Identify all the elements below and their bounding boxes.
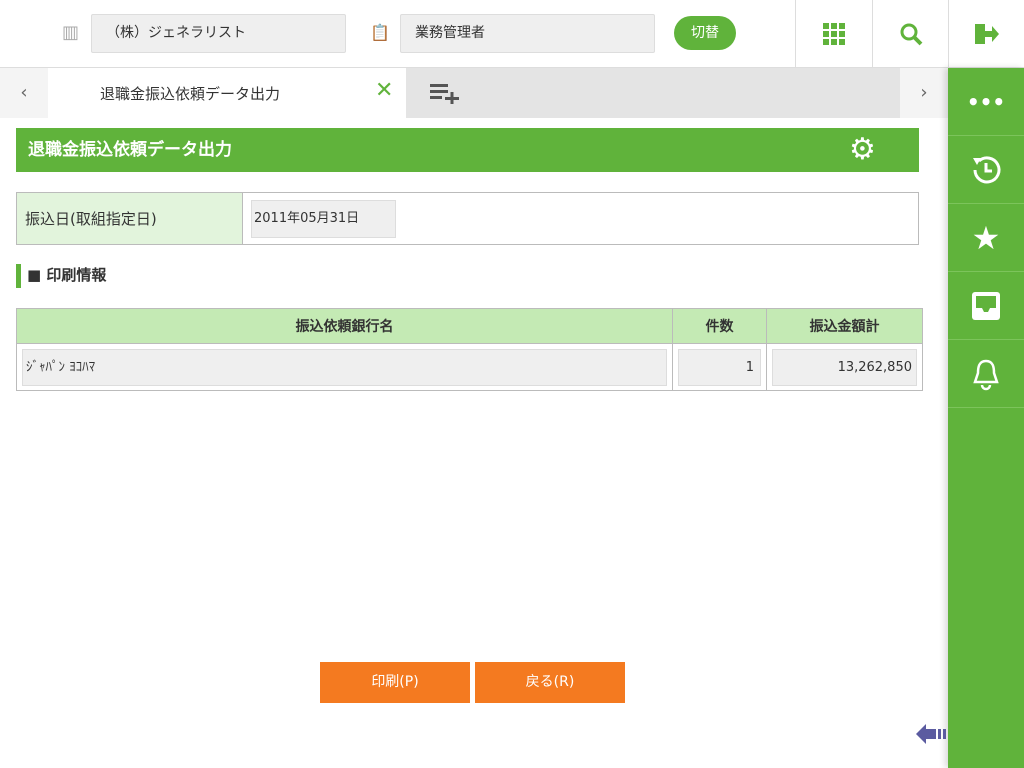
page-title: 退職金振込依頼データ出力 ⚙ <box>16 128 919 172</box>
print-info-table: 振込依頼銀行名 件数 振込金額計 ｼﾞｬﾊﾟﾝ ﾖｺﾊﾏ 1 13,262,85… <box>16 308 923 391</box>
apps-button[interactable] <box>795 0 872 68</box>
notifications-button[interactable] <box>948 340 1024 408</box>
history-button[interactable] <box>948 136 1024 204</box>
header-bank: 振込依頼銀行名 <box>16 308 673 344</box>
add-tab-button[interactable] <box>430 82 460 108</box>
right-sidebar: ••• ★ <box>948 68 1024 768</box>
table-row: ｼﾞｬﾊﾟﾝ ﾖｺﾊﾏ 1 13,262,850 <box>16 343 923 391</box>
page-title-text: 退職金振込依頼データ出力 <box>28 140 232 160</box>
date-field[interactable]: 2011年05月31日 <box>251 199 396 238</box>
header-amount: 振込金額計 <box>766 308 923 344</box>
building-icon: ▥ <box>62 22 80 43</box>
tab-scroll-right[interactable]: › <box>900 68 948 118</box>
date-label: 振込日(取組指定日) <box>16 192 243 245</box>
role-field[interactable]: 業務管理者 <box>400 14 655 53</box>
print-button[interactable]: 印刷(P) <box>320 662 470 703</box>
tab-scroll-left[interactable]: ‹ <box>0 68 48 118</box>
inbox-icon <box>972 291 1000 320</box>
bank-name-field[interactable]: ｼﾞｬﾊﾟﾝ ﾖｺﾊﾏ <box>22 348 667 386</box>
more-button[interactable]: ••• <box>948 68 1024 136</box>
bell-icon <box>973 359 999 390</box>
section-heading: ■ 印刷情報 <box>16 264 106 288</box>
inbox-button[interactable] <box>948 272 1024 340</box>
history-icon <box>973 155 1001 183</box>
tab-bar: ‹ 退職金振込依頼データ出力 ✕ › <box>0 68 948 118</box>
clipboard-icon: 📋 <box>370 23 390 42</box>
tab-active[interactable]: 退職金振込依頼データ出力 ✕ <box>48 68 406 118</box>
switch-button[interactable]: 切替 <box>674 16 736 50</box>
company-field[interactable]: （株）ジェネラリスト <box>91 14 346 53</box>
gear-icon[interactable]: ⚙ <box>849 128 876 172</box>
search-button[interactable] <box>872 0 948 68</box>
grid-icon <box>823 23 845 45</box>
arrow-left-icon <box>916 724 946 744</box>
header-count: 件数 <box>672 308 767 344</box>
list-add-icon <box>430 84 459 105</box>
amount-field[interactable]: 13,262,850 <box>772 348 917 386</box>
star-icon: ★ <box>971 218 1001 257</box>
logout-icon <box>974 24 999 44</box>
favorites-button[interactable]: ★ <box>948 204 1024 272</box>
more-icon: ••• <box>966 89 1006 114</box>
close-tab-icon[interactable]: ✕ <box>375 78 393 103</box>
date-form: 振込日(取組指定日) 2011年05月31日 <box>16 192 919 245</box>
count-field[interactable]: 1 <box>678 348 761 386</box>
top-bar: ▥ （株）ジェネラリスト 📋 業務管理者 切替 <box>0 0 1024 68</box>
back-button[interactable]: 戻る(R) <box>475 662 625 703</box>
tab-label: 退職金振込依頼データ出力 <box>100 85 281 103</box>
search-icon <box>900 23 922 46</box>
collapse-sidebar-button[interactable] <box>916 722 948 750</box>
logout-button[interactable] <box>948 0 1024 68</box>
